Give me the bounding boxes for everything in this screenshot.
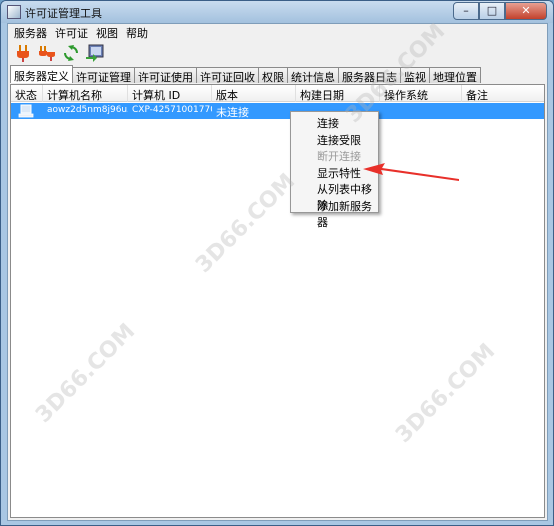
minimize-button[interactable]: –: [453, 2, 479, 20]
refresh-icon: [64, 45, 78, 61]
app-window: 许可证管理工具 – □ ✕ 服务器 许可证 视图 帮助 服务器定义 许可证管理 …: [0, 0, 554, 526]
window-title: 许可证管理工具: [25, 7, 102, 20]
tab-geolocation[interactable]: 地理位置: [429, 67, 481, 84]
tab-strip: 服务器定义 许可证管理 许可证使用 许可证回收 权限 统计信息 服务器日志 监视…: [10, 65, 481, 84]
column-header-status[interactable]: 状态: [11, 85, 43, 102]
add-server-button[interactable]: [84, 42, 106, 64]
server-list[interactable]: 状态 计算机名称 计算机 ID 版本 构建日期 操作系统 备注 aowz2d5n…: [10, 84, 545, 518]
ctx-connect[interactable]: 连接: [291, 114, 378, 131]
annotation-arrow-icon: [363, 163, 459, 181]
menu-license[interactable]: 许可证: [51, 24, 92, 40]
column-header-note[interactable]: 备注: [462, 85, 544, 102]
column-header-computer-id[interactable]: 计算机 ID: [128, 85, 212, 102]
tab-monitor[interactable]: 监视: [400, 67, 430, 84]
ctx-connect-limited[interactable]: 连接受限: [291, 131, 378, 148]
tab-server-definition[interactable]: 服务器定义: [10, 65, 73, 83]
column-header-version[interactable]: 版本: [212, 85, 296, 102]
tab-license-recycle[interactable]: 许可证回收: [196, 67, 259, 84]
maximize-button[interactable]: □: [479, 2, 505, 20]
table-row[interactable]: aowz2d5nm8j96u5 CXP-42571001770076 未连接: [11, 103, 544, 119]
toolbar: [8, 40, 547, 66]
plug-disconnect-icon: [39, 46, 55, 61]
tab-permissions[interactable]: 权限: [258, 67, 288, 84]
note-cell: [462, 103, 544, 119]
status-cell: [17, 103, 43, 119]
list-header: 状态 计算机名称 计算机 ID 版本 构建日期 操作系统 备注: [11, 85, 544, 102]
close-button[interactable]: ✕: [505, 2, 547, 20]
menu-help[interactable]: 帮助: [122, 24, 152, 40]
computer-name-cell: aowz2d5nm8j96u5: [47, 105, 128, 115]
client-area: 服务器 许可证 视图 帮助 服务器定义 许可证管理 许可证使用 许可证回收 权限…: [7, 23, 548, 521]
menu-view[interactable]: 视图: [92, 24, 122, 40]
menu-bar: 服务器 许可证 视图 帮助: [8, 24, 547, 40]
disconnect-button[interactable]: [36, 42, 58, 64]
connect-button[interactable]: [12, 42, 34, 64]
app-icon: [7, 5, 21, 19]
column-header-build-date[interactable]: 构建日期: [296, 85, 380, 102]
plug-connect-icon: [17, 45, 29, 62]
version-cell: 未连接: [216, 106, 249, 119]
computer-icon: [18, 104, 34, 118]
add-server-icon: [86, 44, 104, 62]
ctx-add-new-server[interactable]: 添加新服务器: [291, 197, 378, 229]
column-header-os[interactable]: 操作系统: [380, 85, 462, 102]
title-bar[interactable]: 许可证管理工具 – □ ✕: [1, 1, 553, 23]
menu-server[interactable]: 服务器: [10, 24, 51, 40]
computer-id-cell: CXP-42571001770076: [132, 105, 212, 115]
column-header-computer-name[interactable]: 计算机名称: [43, 85, 128, 102]
tab-license-usage[interactable]: 许可证使用: [134, 67, 197, 84]
tab-statistics[interactable]: 统计信息: [287, 67, 339, 84]
tab-server-log[interactable]: 服务器日志: [338, 67, 401, 84]
window-controls: – □ ✕: [453, 2, 547, 20]
tab-license-management[interactable]: 许可证管理: [72, 67, 135, 84]
os-cell: [380, 103, 462, 119]
refresh-button[interactable]: [60, 42, 82, 64]
